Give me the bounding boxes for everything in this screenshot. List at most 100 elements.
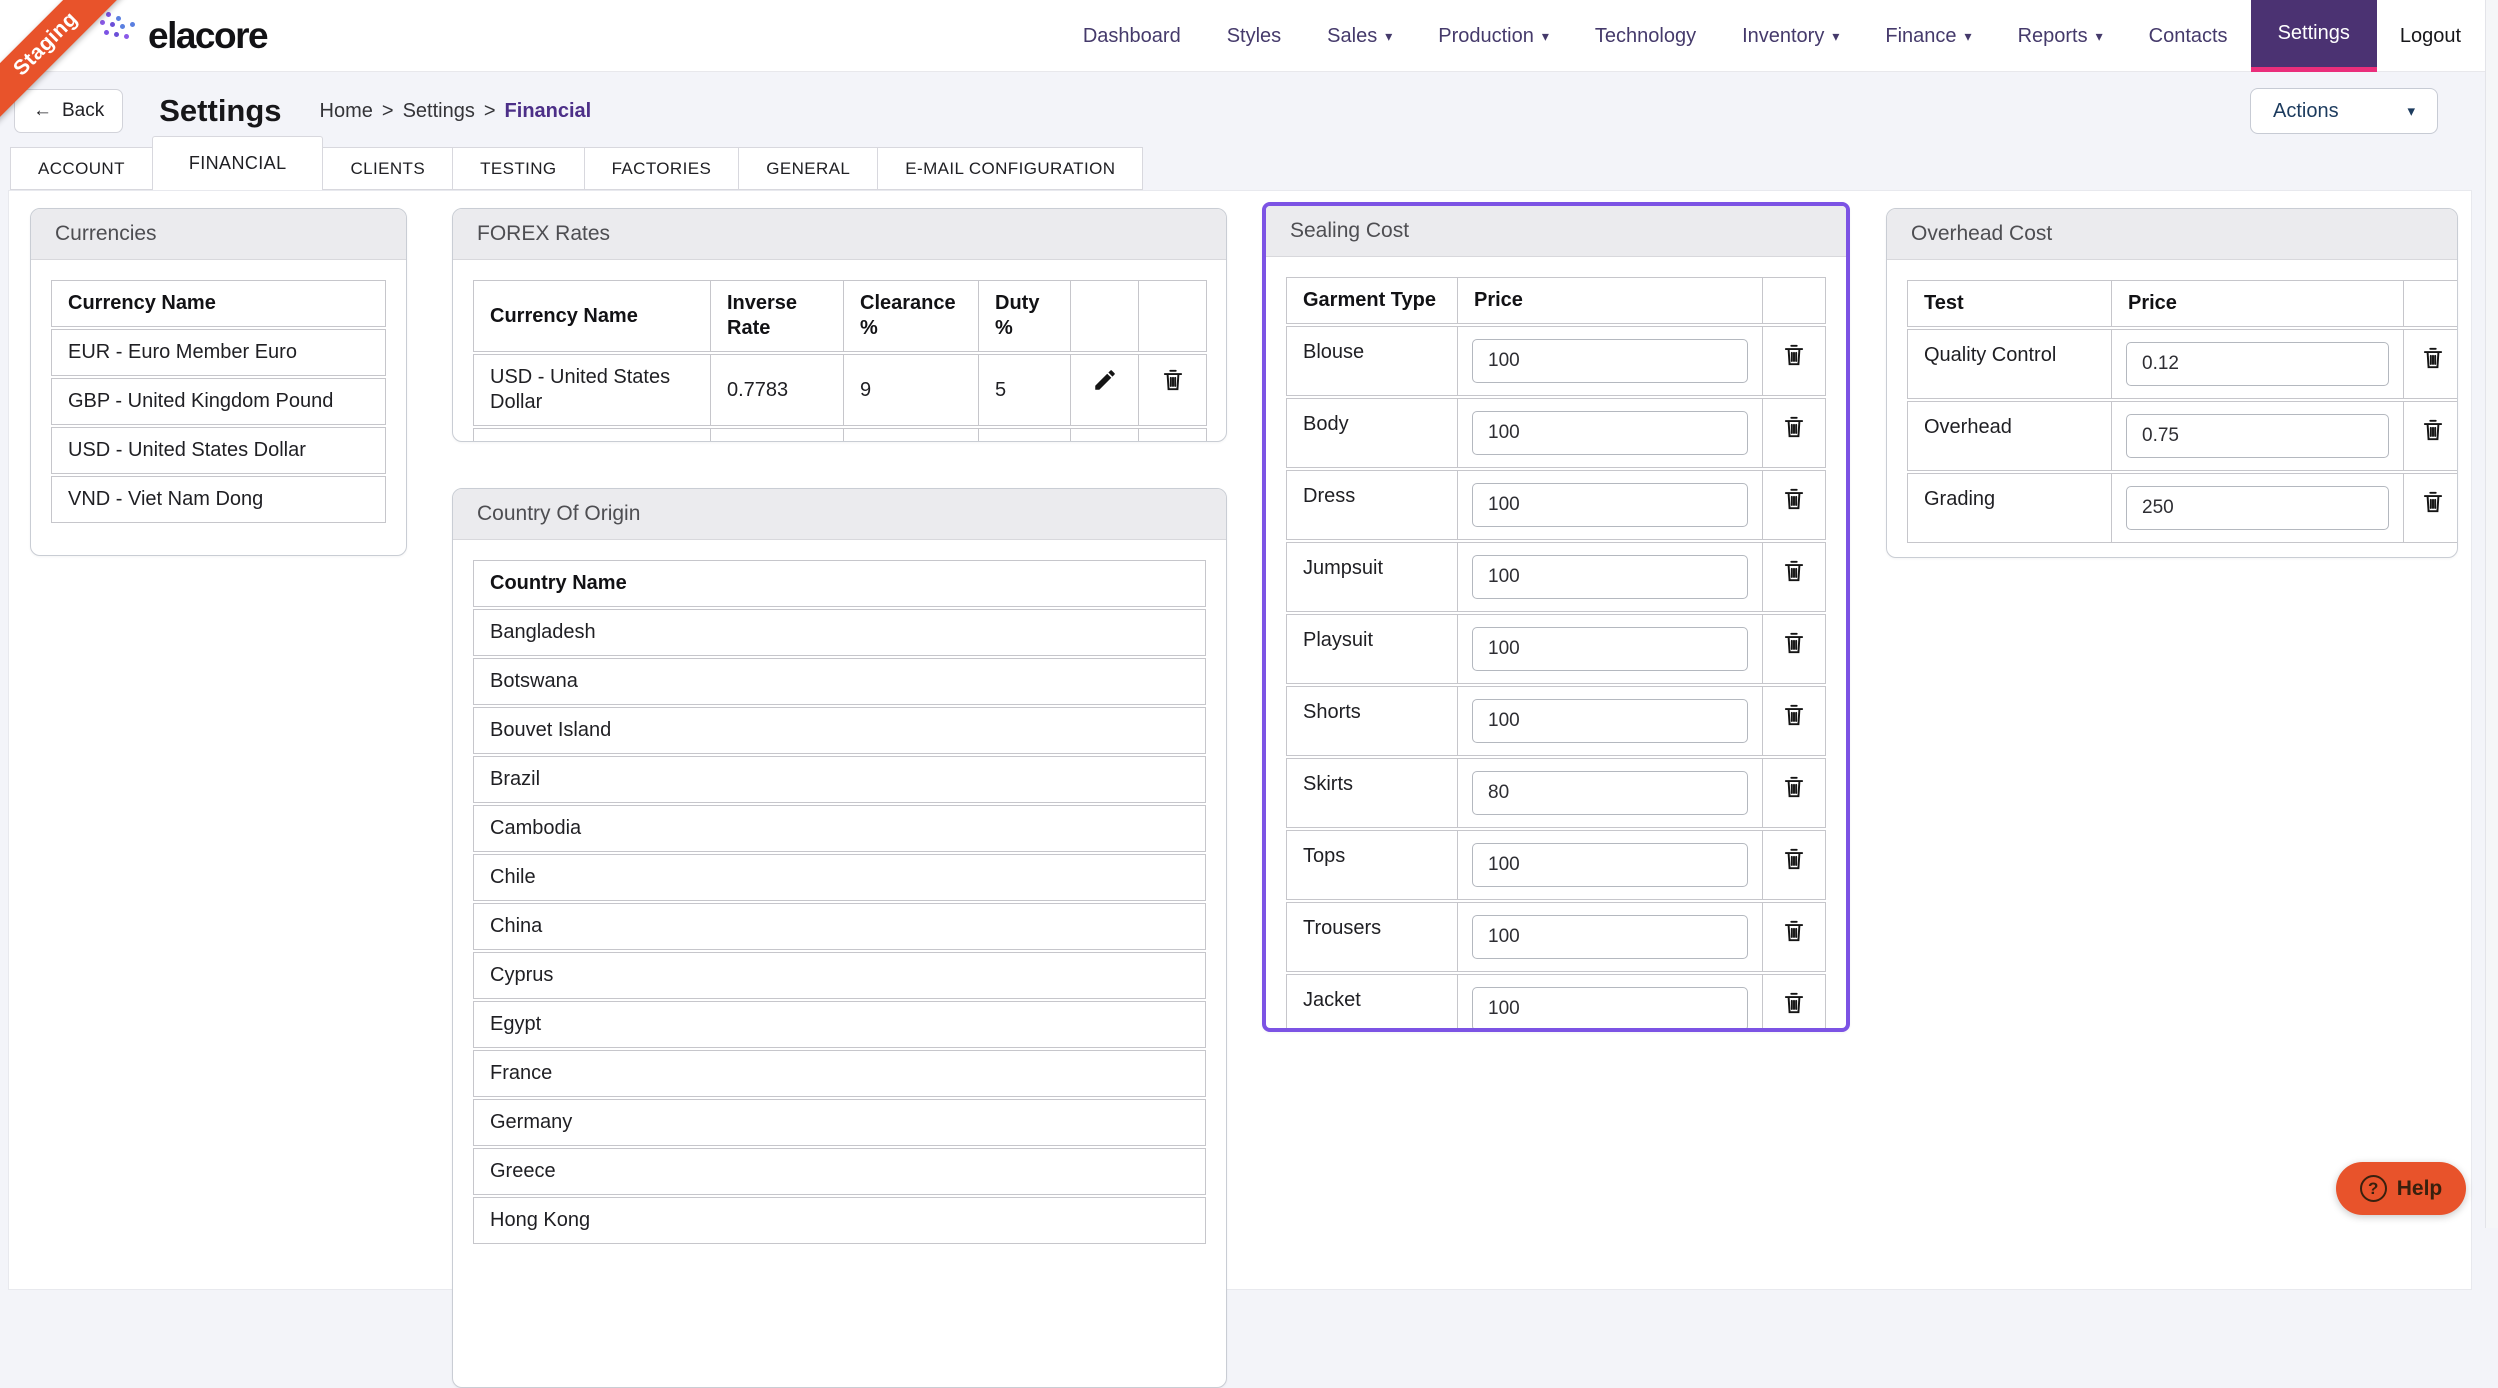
table-row: Botswana [473, 658, 1206, 705]
trash-icon [1781, 630, 1807, 656]
tab-testing[interactable]: TESTING [452, 147, 584, 190]
trash-icon [1781, 342, 1807, 368]
table-row: Hong Kong [473, 1197, 1206, 1244]
delete-button[interactable] [1158, 365, 1188, 395]
chevron-down-icon: ▾ [2407, 102, 2415, 120]
price-input[interactable] [1472, 483, 1748, 527]
price-input[interactable] [1472, 555, 1748, 599]
panel-title: Currencies [31, 209, 406, 260]
edit-button[interactable] [1090, 439, 1120, 442]
delete-button[interactable] [1779, 340, 1809, 370]
nav-item-technology[interactable]: Technology [1572, 0, 1719, 72]
back-button[interactable]: ← Back [14, 89, 123, 133]
pencil-icon [1092, 441, 1118, 442]
currencies-panel: Currencies Currency Name EUR - Euro Memb… [30, 208, 407, 556]
tab-clients[interactable]: CLIENTS [322, 147, 453, 190]
table-row: Germany [473, 1099, 1206, 1146]
question-mark-icon: ? [2360, 1175, 2387, 1202]
chevron-down-icon: ▾ [2096, 28, 2103, 45]
country-of-origin-panel: Country Of Origin Country Name Banglades… [452, 488, 1227, 1388]
table-row: Greece [473, 1148, 1206, 1195]
overhead-cost-table: Test Price Quality Control Overhead Grad… [1907, 278, 2458, 545]
panel-title: Country Of Origin [453, 489, 1226, 540]
delete-button[interactable] [1779, 556, 1809, 586]
delete-button[interactable] [1779, 700, 1809, 730]
breadcrumb-home[interactable]: Home [320, 100, 373, 123]
price-input[interactable] [1472, 987, 1748, 1031]
delete-button[interactable] [2418, 487, 2448, 517]
delete-button[interactable] [1158, 439, 1188, 442]
nav-item-production[interactable]: Production▾ [1415, 0, 1572, 72]
delete-button[interactable] [1779, 844, 1809, 874]
breadcrumb: Home > Settings > Financial [320, 100, 592, 123]
table-row: Grading [1907, 473, 2458, 543]
price-input[interactable] [1472, 339, 1748, 383]
nav-item-finance[interactable]: Finance▾ [1862, 0, 1994, 72]
column-header: Inverse Rate [711, 280, 844, 352]
delete-button[interactable] [2418, 343, 2448, 373]
table-row: Shorts [1286, 686, 1826, 756]
table-row: Quality Control [1907, 329, 2458, 399]
currencies-table: Currency Name EUR - Euro Member Euro GBP… [51, 278, 386, 525]
delete-button[interactable] [1779, 988, 1809, 1018]
panel-title: Sealing Cost [1266, 206, 1846, 257]
nav-item-settings[interactable]: Settings [2251, 0, 2377, 72]
nav-item-contacts[interactable]: Contacts [2126, 0, 2251, 72]
price-input[interactable] [2126, 486, 2389, 530]
trash-icon [1781, 918, 1807, 944]
tab-email-configuration[interactable]: E-MAIL CONFIGURATION [877, 147, 1143, 190]
column-header: Garment Type [1286, 277, 1458, 324]
price-input[interactable] [1472, 627, 1748, 671]
nav-item-dashboard[interactable]: Dashboard [1060, 0, 1204, 72]
price-input[interactable] [1472, 411, 1748, 455]
column-header-edit [1071, 280, 1139, 352]
edit-button[interactable] [1090, 365, 1120, 395]
nav-item-reports[interactable]: Reports▾ [1995, 0, 2126, 72]
table-row: Playsuit [1286, 614, 1826, 684]
column-header-delete [1139, 280, 1207, 352]
breadcrumb-settings[interactable]: Settings [403, 100, 475, 123]
scrollbar[interactable] [2485, 0, 2498, 1228]
nav-item-inventory[interactable]: Inventory▾ [1719, 0, 1862, 72]
tab-account[interactable]: ACCOUNT [10, 147, 153, 190]
column-header: Test [1907, 280, 2112, 327]
table-row: Skirts [1286, 758, 1826, 828]
tab-factories[interactable]: FACTORIES [584, 147, 740, 190]
breadcrumb-separator: > [382, 100, 394, 123]
trash-icon [1160, 367, 1186, 393]
chevron-down-icon: ▾ [1385, 28, 1392, 45]
price-input[interactable] [1472, 915, 1748, 959]
nav-item-sales[interactable]: Sales▾ [1304, 0, 1415, 72]
tab-general[interactable]: GENERAL [738, 147, 878, 190]
trash-icon [2420, 417, 2446, 443]
table-row: Blouse [1286, 326, 1826, 396]
price-input[interactable] [1472, 771, 1748, 815]
delete-button[interactable] [1779, 916, 1809, 946]
column-header-delete [2404, 280, 2458, 327]
back-arrow-icon: ← [33, 100, 52, 122]
delete-button[interactable] [1779, 484, 1809, 514]
trash-icon [1160, 441, 1186, 442]
actions-dropdown-button[interactable]: Actions ▾ [2250, 88, 2438, 134]
trash-icon [2420, 489, 2446, 515]
table-row: Tops [1286, 830, 1826, 900]
nav-item-styles[interactable]: Styles [1204, 0, 1304, 72]
table-row: Cambodia [473, 805, 1206, 852]
price-input[interactable] [1472, 843, 1748, 887]
delete-button[interactable] [1779, 412, 1809, 442]
price-input[interactable] [2126, 414, 2389, 458]
column-header: Duty % [979, 280, 1071, 352]
nav-item-logout[interactable]: Logout [2377, 0, 2484, 72]
help-button[interactable]: ? Help [2336, 1162, 2466, 1215]
price-input[interactable] [2126, 342, 2389, 386]
delete-button[interactable] [1779, 772, 1809, 802]
table-row: Chile [473, 854, 1206, 901]
price-input[interactable] [1472, 699, 1748, 743]
delete-button[interactable] [2418, 415, 2448, 445]
tab-financial[interactable]: FINANCIAL [152, 136, 324, 190]
main-nav: Dashboard Styles Sales▾ Production▾ Tech… [1060, 0, 2498, 72]
column-header: Price [1458, 277, 1763, 324]
sealing-cost-table: Garment Type Price Blouse Body Dress Jum… [1286, 275, 1826, 1032]
delete-button[interactable] [1779, 628, 1809, 658]
chevron-down-icon: ▾ [1965, 28, 1972, 45]
